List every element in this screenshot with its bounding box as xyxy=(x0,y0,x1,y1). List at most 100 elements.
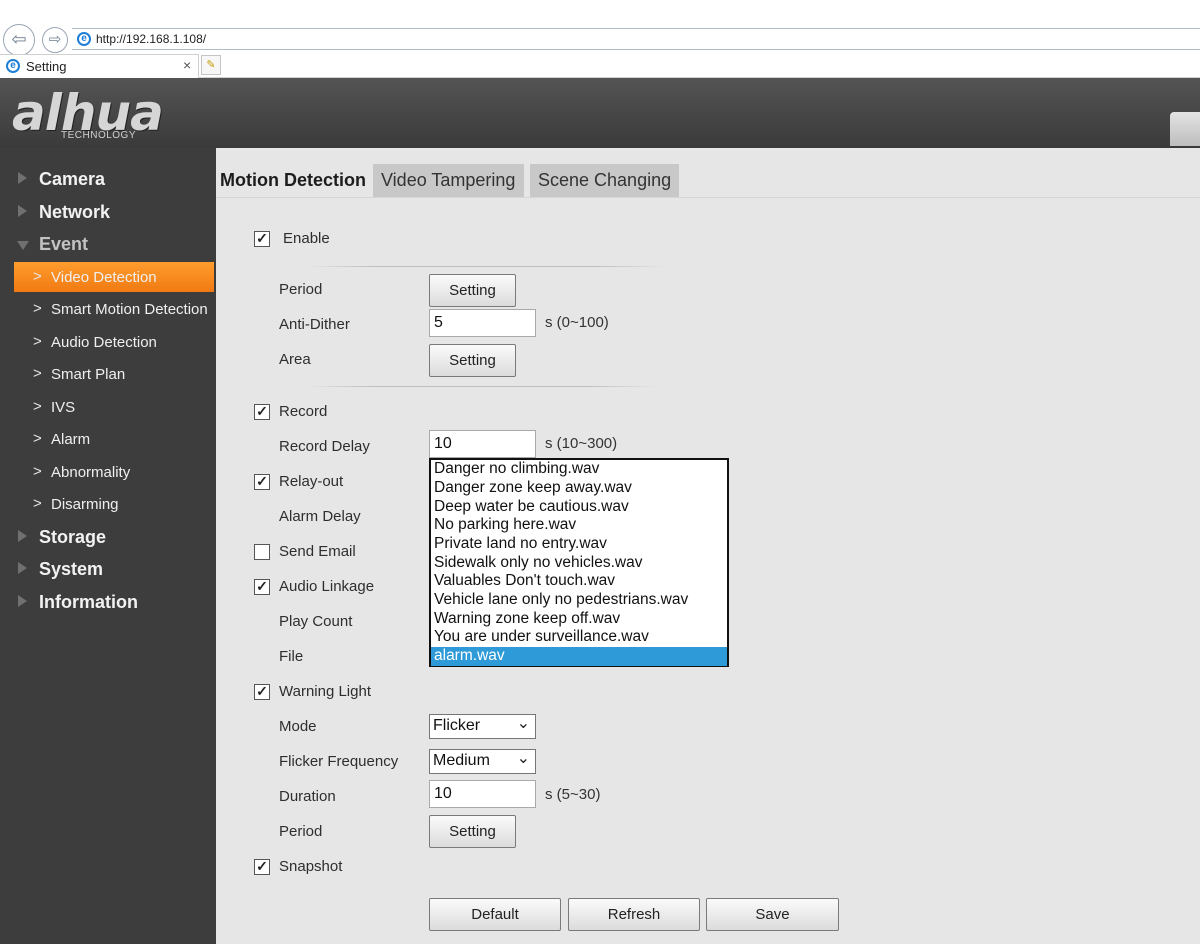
file-option[interactable]: No parking here.wav xyxy=(431,516,727,535)
snapshot-checkbox[interactable]: ✓ xyxy=(254,859,270,875)
tab-motion-detection[interactable]: Motion Detection xyxy=(216,164,366,197)
warning-light-checkbox[interactable]: ✓ xyxy=(254,684,270,700)
anti-dither-label: Anti-Dither xyxy=(279,316,350,333)
enable-checkbox[interactable]: ✓ xyxy=(254,231,270,247)
triangle-right-icon xyxy=(18,562,27,574)
file-dropdown-list[interactable]: Danger no climbing.wav Danger zone keep … xyxy=(429,458,729,667)
chevron-right-icon: > xyxy=(33,430,42,447)
browser-chrome: ⇦ ⇨ e http://192.168.1.108/ e Setting × … xyxy=(0,0,1200,78)
sidebar-subitem-abnormality[interactable]: > Abnormality xyxy=(14,457,214,487)
app-header: alhua TECHNOLOGY xyxy=(0,78,1200,148)
sidebar-item-label: Event xyxy=(39,234,89,254)
mode-label: Mode xyxy=(279,718,317,735)
sidebar-subitem-label: Abnormality xyxy=(51,464,131,481)
sidebar-subitem-ivs[interactable]: > IVS xyxy=(14,392,214,422)
default-button[interactable]: Default xyxy=(429,898,561,931)
triangle-down-icon xyxy=(17,241,29,250)
triangle-right-icon xyxy=(18,595,27,607)
file-option[interactable]: Vehicle lane only no pedestrians.wav xyxy=(431,591,727,610)
sidebar-subitem-label: Alarm xyxy=(51,431,91,448)
file-option[interactable]: Danger zone keep away.wav xyxy=(431,479,727,498)
refresh-button[interactable]: Refresh xyxy=(568,898,700,931)
record-label: Record xyxy=(279,403,328,420)
chevron-right-icon: > xyxy=(33,365,42,382)
sidebar-subitem-smart-plan[interactable]: > Smart Plan xyxy=(14,359,214,389)
relay-out-checkbox[interactable]: ✓ xyxy=(254,474,270,490)
period-setting-button[interactable]: Setting xyxy=(429,274,516,307)
sidebar-item-label: Storage xyxy=(39,527,107,547)
back-arrow-icon[interactable]: ⇦ xyxy=(3,24,35,56)
sidebar-item-network[interactable]: Network xyxy=(0,199,216,227)
sidebar-subitem-label: Smart Plan xyxy=(51,366,126,383)
sidebar-item-label: System xyxy=(39,559,104,579)
sidebar-subitem-alarm[interactable]: > Alarm xyxy=(14,424,214,454)
chevron-right-icon: > xyxy=(33,398,42,415)
record-delay-unit: s (10~300) xyxy=(545,435,618,452)
sidebar-subitem-disarming[interactable]: > Disarming xyxy=(14,489,214,519)
sidebar-item-system[interactable]: System xyxy=(0,556,216,584)
anti-dither-input[interactable]: 5 xyxy=(429,309,536,337)
flicker-frequency-select[interactable]: Medium ⌄ xyxy=(429,749,536,774)
period2-setting-button[interactable]: Setting xyxy=(429,815,516,848)
area-label: Area xyxy=(279,351,311,368)
send-email-checkbox[interactable] xyxy=(254,544,270,560)
triangle-right-icon xyxy=(18,172,27,184)
anti-dither-unit: s (0~100) xyxy=(545,314,609,331)
duration-input[interactable]: 10 xyxy=(429,780,536,808)
file-option[interactable]: Sidewalk only no vehicles.wav xyxy=(431,554,727,573)
save-button[interactable]: Save xyxy=(706,898,839,931)
close-icon[interactable]: × xyxy=(183,57,191,73)
enable-label: Enable xyxy=(283,230,330,247)
file-option[interactable]: Danger no climbing.wav xyxy=(431,460,727,479)
sidebar-subitem-label: Video Detection xyxy=(51,269,157,286)
file-option[interactable]: Warning zone keep off.wav xyxy=(431,610,727,629)
triangle-right-icon xyxy=(18,205,27,217)
file-option[interactable]: Valuables Don't touch.wav xyxy=(431,572,727,591)
chevron-right-icon: > xyxy=(33,268,42,285)
record-checkbox[interactable]: ✓ xyxy=(254,404,270,420)
sidebar-subitem-label: IVS xyxy=(51,399,76,416)
section-divider xyxy=(306,266,666,267)
browser-tab[interactable]: e Setting × xyxy=(0,54,199,78)
file-option[interactable]: Private land no entry.wav xyxy=(431,535,727,554)
main-content: Motion Detection Video Tampering Scene C… xyxy=(216,148,1200,944)
sidebar-item-label: Camera xyxy=(39,169,106,189)
forward-arrow-icon[interactable]: ⇨ xyxy=(42,27,68,53)
sidebar: Camera Network Event > Video Detection >… xyxy=(0,148,216,944)
chevron-right-icon: > xyxy=(33,333,42,350)
sidebar-subitem-label: Smart Motion Detection xyxy=(51,301,208,318)
header-menu-button[interactable] xyxy=(1170,112,1200,146)
audio-linkage-checkbox[interactable]: ✓ xyxy=(254,579,270,595)
address-bar[interactable]: e http://192.168.1.108/ xyxy=(72,28,1200,50)
chevron-down-icon: ⌄ xyxy=(516,715,530,732)
tab-scene-changing[interactable]: Scene Changing xyxy=(530,164,679,197)
send-email-label: Send Email xyxy=(279,543,356,560)
sidebar-subitem-audio-detection[interactable]: > Audio Detection xyxy=(14,327,214,357)
file-option-selected[interactable]: alarm.wav xyxy=(431,647,727,666)
area-setting-button[interactable]: Setting xyxy=(429,344,516,377)
url-text[interactable]: http://192.168.1.108/ xyxy=(96,32,206,46)
section-divider xyxy=(306,386,656,387)
sidebar-item-information[interactable]: Information xyxy=(0,589,216,617)
tab-video-tampering[interactable]: Video Tampering xyxy=(373,164,524,197)
mode-select[interactable]: Flicker ⌄ xyxy=(429,714,536,739)
sidebar-item-storage[interactable]: Storage xyxy=(0,524,216,552)
ie-tab-icon: e xyxy=(6,59,20,73)
ie-page-icon: e xyxy=(77,32,91,46)
record-delay-input[interactable]: 10 xyxy=(429,430,536,458)
sidebar-subitem-smart-motion-detection[interactable]: > Smart Motion Detection xyxy=(14,294,214,324)
sidebar-item-event[interactable]: Event xyxy=(0,231,216,259)
triangle-right-icon xyxy=(18,530,27,542)
sidebar-item-camera[interactable]: Camera xyxy=(0,166,216,194)
chevron-right-icon: > xyxy=(33,300,42,317)
file-option[interactable]: Deep water be cautious.wav xyxy=(431,498,727,517)
sidebar-subitem-video-detection[interactable]: > Video Detection xyxy=(14,262,214,292)
record-delay-label: Record Delay xyxy=(279,438,370,455)
file-option[interactable]: You are under surveillance.wav xyxy=(431,628,727,647)
snapshot-label: Snapshot xyxy=(279,858,343,875)
period-label: Period xyxy=(279,281,323,298)
brand-logo-subtitle: TECHNOLOGY xyxy=(61,130,137,141)
play-count-label: Play Count xyxy=(279,613,353,630)
flicker-frequency-label: Flicker Frequency xyxy=(279,753,399,770)
new-tab-icon[interactable]: ✎ xyxy=(201,55,221,75)
